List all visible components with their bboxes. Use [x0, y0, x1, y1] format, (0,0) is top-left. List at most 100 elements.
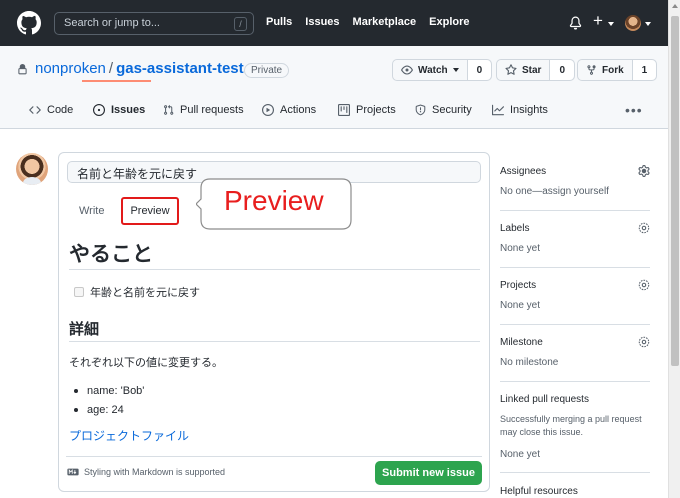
tab-insights[interactable]: Insights	[492, 104, 548, 116]
tab-projects-label: Projects	[356, 104, 396, 116]
projects-gear-icon[interactable]	[638, 279, 650, 291]
visibility-badge: Private	[244, 63, 290, 78]
page-scrollbar[interactable]	[668, 0, 680, 498]
tab-actions-label: Actions	[280, 104, 317, 116]
sidebar-linked-value: None yet	[500, 449, 541, 460]
preview-callout-text: Preview	[224, 185, 324, 216]
project-board-icon	[338, 104, 350, 116]
repo-owner-link[interactable]: nonproken	[35, 60, 106, 77]
assignees-gear-icon[interactable]	[638, 165, 650, 177]
watch-button-group: Watch 0	[392, 59, 493, 81]
preview-paragraph: それぞれ以下の値に変更する。	[69, 357, 223, 369]
repo-tabs: Code Issues Pull requests Actions Projec…	[0, 100, 668, 129]
watch-label: Watch	[418, 64, 448, 76]
preview-bullet-list: name: 'Bob' age: 24	[74, 381, 144, 419]
tab-preview[interactable]: Preview	[121, 197, 179, 225]
repo-name-link[interactable]: gas-assistant-test	[116, 60, 244, 77]
user-avatar[interactable]	[625, 15, 641, 31]
sidebar-assignees-title: Assignees	[500, 166, 547, 177]
graph-icon	[492, 104, 504, 116]
fork-label: Fork	[602, 64, 624, 76]
list-item-text: name: 'Bob'	[87, 384, 145, 397]
fork-count[interactable]: 1	[632, 60, 657, 80]
sidebar-linked-title: Linked pull requests	[500, 394, 589, 405]
sidebar-divider	[500, 324, 650, 325]
repo-title: nonproken / gas-assistant-test	[35, 60, 244, 77]
issue-opened-icon	[93, 104, 105, 116]
tab-code[interactable]: Code	[29, 104, 73, 116]
task-checkbox	[74, 287, 84, 297]
fork-button[interactable]: Fork	[578, 60, 633, 80]
global-nav: Pulls Issues Marketplace Explore	[266, 16, 470, 28]
sidebar-milestone-title: Milestone	[500, 337, 543, 348]
tab-projects[interactable]: Projects	[338, 104, 396, 116]
star-count[interactable]: 0	[550, 60, 575, 80]
star-button-group: Star 0	[496, 59, 576, 81]
sidebar-helpful-title: Helpful resources	[500, 486, 578, 497]
search-input[interactable]: Search or jump to... /	[54, 12, 254, 35]
user-menu-caret-icon[interactable]	[645, 22, 651, 26]
form-footer-divider	[66, 456, 482, 457]
nav-explore[interactable]: Explore	[429, 16, 469, 28]
task-list-item: 年齢と名前を元に戻す	[74, 284, 200, 300]
notification-bell-icon[interactable]	[569, 16, 582, 30]
watch-button[interactable]: Watch	[393, 60, 468, 80]
sidebar-labels[interactable]: Labels None yet	[500, 223, 650, 255]
tab-pull-requests-label: Pull requests	[180, 104, 244, 116]
star-button[interactable]: Star	[497, 60, 551, 80]
bullet-icon	[74, 388, 78, 393]
sidebar-helpful-resources: Helpful resources	[500, 486, 650, 497]
sidebar-projects[interactable]: Projects None yet	[500, 280, 650, 312]
labels-gear-icon[interactable]	[638, 222, 650, 234]
more-tabs-icon[interactable]: •••	[625, 102, 643, 118]
code-icon	[29, 106, 41, 114]
tab-security[interactable]: Security	[415, 104, 472, 116]
global-header: Search or jump to... / Pulls Issues Mark…	[0, 0, 668, 46]
sidebar-labels-value: None yet	[500, 243, 541, 254]
tab-actions[interactable]: Actions	[262, 104, 316, 116]
list-item: name: 'Bob'	[74, 381, 144, 400]
repo-path-separator: /	[108, 60, 114, 77]
scrollbar-thumb[interactable]	[671, 16, 679, 366]
heading-divider	[69, 341, 480, 342]
markdown-support-note[interactable]: Styling with Markdown is supported	[67, 467, 225, 477]
sidebar-assignees[interactable]: Assignees No one—assign yourself	[500, 166, 650, 198]
submit-new-issue-button[interactable]: Submit new issue	[375, 461, 482, 485]
sidebar-assignees-value[interactable]: No one—assign yourself	[500, 185, 650, 198]
sidebar-divider	[500, 472, 650, 473]
tab-pull-requests[interactable]: Pull requests	[163, 104, 244, 116]
fork-button-group: Fork 1	[577, 59, 658, 81]
sidebar-milestone-value: No milestone	[500, 357, 559, 368]
play-circle-icon	[262, 104, 274, 116]
milestone-gear-icon[interactable]	[638, 336, 650, 348]
scroll-up-arrow-icon[interactable]	[672, 4, 678, 8]
create-new-plus-icon[interactable]: +	[593, 12, 603, 30]
tab-security-label: Security	[432, 104, 472, 116]
sidebar-milestone[interactable]: Milestone No milestone	[500, 337, 650, 369]
markdown-icon	[67, 468, 79, 476]
tab-issues[interactable]: Issues	[93, 104, 145, 116]
sidebar-projects-value: None yet	[500, 300, 541, 311]
preview-heading-1: やること	[69, 243, 153, 266]
tab-write[interactable]: Write	[79, 205, 104, 217]
tab-issues-label: Issues	[111, 104, 146, 116]
sidebar-linked-desc: Successfully merging a pull request may …	[500, 414, 642, 437]
search-placeholder: Search or jump to...	[64, 17, 160, 29]
nav-marketplace[interactable]: Marketplace	[353, 16, 417, 28]
pull-request-icon	[164, 104, 174, 115]
list-item: age: 24	[74, 400, 144, 419]
project-file-link[interactable]: プロジェクトファイル	[69, 427, 189, 444]
create-new-caret-icon[interactable]	[608, 22, 614, 26]
sidebar-projects-title: Projects	[500, 280, 537, 291]
search-shortcut-key: /	[234, 17, 247, 31]
star-label: Star	[522, 64, 542, 76]
heading-divider	[69, 269, 480, 270]
github-logo-icon[interactable]	[17, 11, 41, 35]
watch-count[interactable]: 0	[467, 60, 492, 80]
sidebar-divider	[500, 381, 650, 382]
nav-pulls[interactable]: Pulls	[266, 16, 292, 28]
bullet-icon	[74, 407, 78, 412]
preview-heading-2: 詳細	[69, 321, 100, 338]
nav-issues[interactable]: Issues	[305, 16, 339, 28]
eye-icon	[401, 65, 413, 75]
